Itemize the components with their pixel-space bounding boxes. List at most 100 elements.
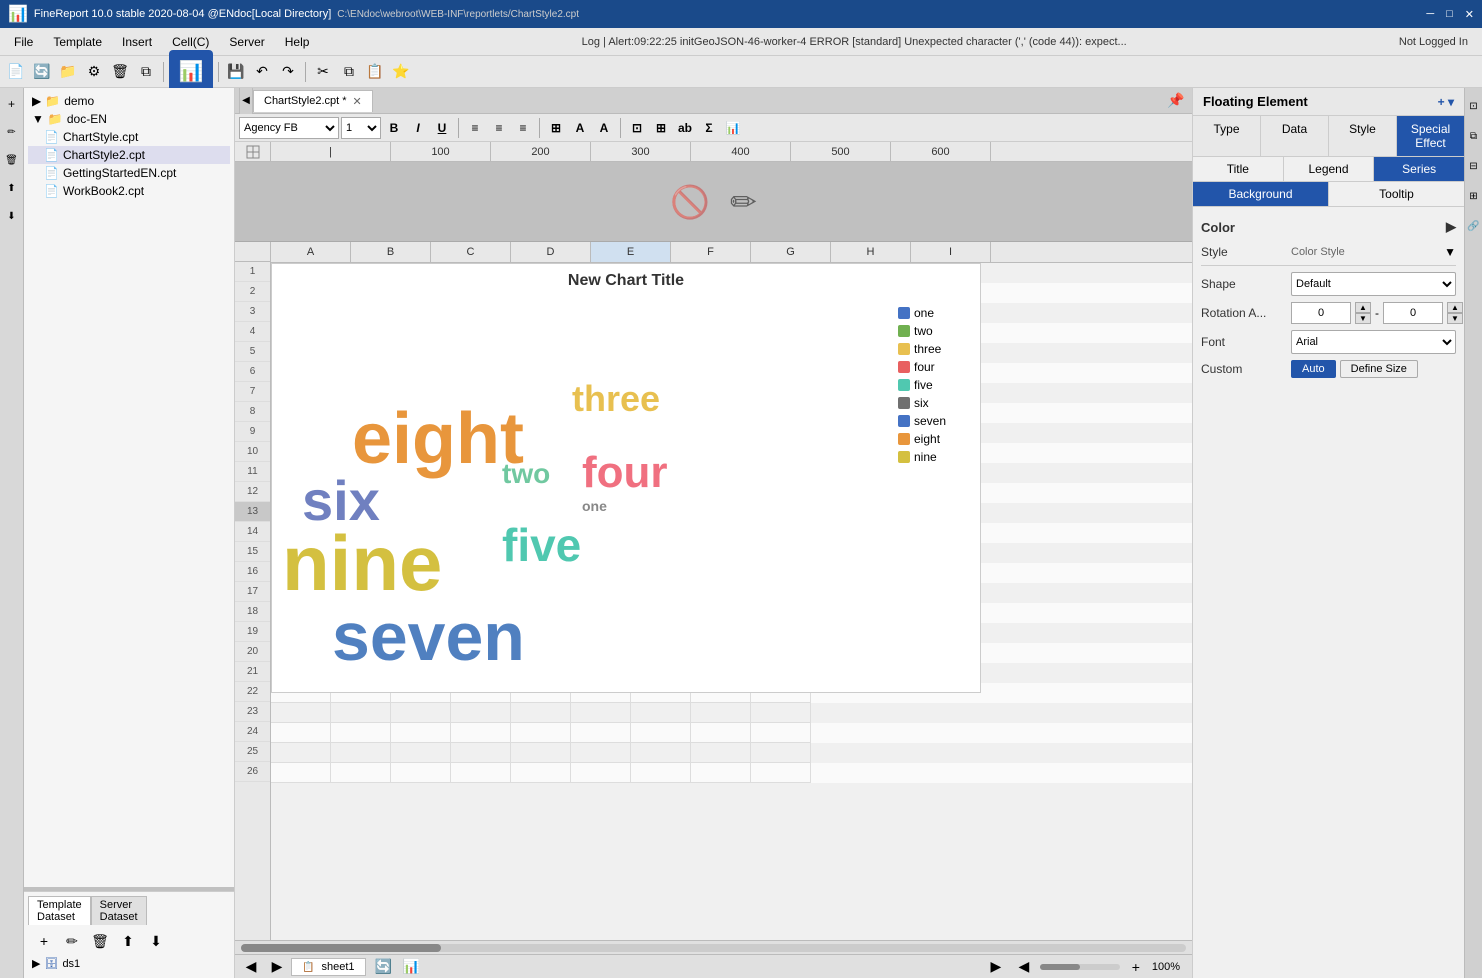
tree-item-workbook2[interactable]: 📄 WorkBook2.cpt <box>28 182 230 200</box>
grid-cell[interactable] <box>691 703 751 723</box>
sheet-nav-left[interactable]: ◀ <box>239 955 263 978</box>
tab-pin-btn[interactable]: 📌 <box>1164 89 1188 113</box>
refresh-btn[interactable]: 🔄 <box>30 60 54 84</box>
grid-cell[interactable] <box>631 723 691 743</box>
ds-tab-template[interactable]: TemplateDataset <box>28 896 91 925</box>
grid-cell[interactable] <box>691 763 751 783</box>
grid-cell[interactable] <box>631 743 691 763</box>
chart-btn[interactable]: 📊 <box>722 117 744 139</box>
paste-btn[interactable]: 📋 <box>363 60 387 84</box>
grid-cell[interactable] <box>691 723 751 743</box>
grid-cell[interactable] <box>331 743 391 763</box>
ds-add-btn[interactable]: + <box>32 929 56 953</box>
border-btn[interactable]: ⊞ <box>545 117 567 139</box>
grid-cell[interactable] <box>751 763 811 783</box>
tree-item-gettingstarted[interactable]: 📄 GettingStartedEN.cpt <box>28 164 230 182</box>
sheet-btn-1[interactable]: 🔄 <box>372 955 396 978</box>
grid-cell[interactable] <box>451 723 511 743</box>
save-btn[interactable]: 💾 <box>224 60 248 84</box>
grid-cell[interactable] <box>331 723 391 743</box>
rotation-up1[interactable]: ▲ <box>1355 302 1371 313</box>
rotation-down2[interactable]: ▼ <box>1447 313 1463 324</box>
grid-cell[interactable] <box>511 743 571 763</box>
cut-btn[interactable]: ✂ <box>311 60 335 84</box>
font-color-btn[interactable]: A <box>593 117 615 139</box>
tree-item-chartstyle[interactable]: 📄 ChartStyle.cpt <box>28 128 230 146</box>
panel-tab-type[interactable]: Type <box>1193 116 1261 156</box>
style-dropdown-icon[interactable]: ▼ <box>1444 245 1456 259</box>
grid-cell[interactable] <box>511 703 571 723</box>
font-panel-select[interactable]: Arial <box>1291 330 1456 354</box>
delete-btn[interactable]: 🗑 <box>108 60 132 84</box>
ds-import-btn[interactable]: ⬆ <box>116 929 140 953</box>
zoom-slider-track[interactable] <box>1040 964 1120 970</box>
zoom-plus-btn[interactable]: + <box>1124 955 1148 978</box>
panel-tab2-series[interactable]: Series <box>1374 157 1464 181</box>
size-select[interactable]: 1 <box>341 117 381 139</box>
zoom-out-btn[interactable]: ◀ <box>1012 955 1036 978</box>
format-copy-btn[interactable]: ⭐ <box>389 60 413 84</box>
grid-cell[interactable] <box>631 763 691 783</box>
wrap-btn[interactable]: ab <box>674 117 696 139</box>
grid-cell[interactable] <box>571 763 631 783</box>
menu-server[interactable]: Server <box>219 31 274 53</box>
rp-icon-3[interactable]: ⊟ <box>1462 154 1482 178</box>
tree-item-doc-en[interactable]: ▼ 📁 doc-EN <box>28 110 230 128</box>
grid-cell[interactable] <box>691 743 751 763</box>
undo-btn[interactable]: ↶ <box>250 60 274 84</box>
tree-item-chartstyle2[interactable]: 📄 ChartStyle2.cpt <box>28 146 230 164</box>
maximize-btn[interactable]: □ <box>1446 8 1453 21</box>
font-select[interactable]: Agency FB <box>239 117 339 139</box>
copy2-btn[interactable]: ⧉ <box>134 60 158 84</box>
grid-cell[interactable] <box>751 703 811 723</box>
sheet-nav-right[interactable]: ▶ <box>265 955 289 978</box>
word-cloud-chart[interactable]: New Chart Title eightthreesixtwofouronen… <box>271 263 981 693</box>
grid-cell[interactable] <box>391 763 451 783</box>
tab-close-btn[interactable]: ✕ <box>353 95 362 108</box>
ds-edit-btn[interactable]: ✏ <box>60 929 84 953</box>
formula-btn[interactable]: Σ <box>698 117 720 139</box>
grid-cell[interactable] <box>751 743 811 763</box>
color-collapse-icon[interactable]: ▶ <box>1446 219 1456 235</box>
copy-btn[interactable]: ⧉ <box>337 60 361 84</box>
bg-color-btn[interactable]: A <box>569 117 591 139</box>
settings-btn[interactable]: ⚙ <box>82 60 106 84</box>
auto-btn[interactable]: Auto <box>1291 360 1336 378</box>
rp-icon-1[interactable]: ⊡ <box>1462 94 1482 118</box>
sidebar-icon-5[interactable]: ⬇ <box>0 204 24 228</box>
grid-cell[interactable] <box>271 763 331 783</box>
panel-tab-style[interactable]: Style <box>1329 116 1397 156</box>
rp-icon-5[interactable]: 🔗 <box>1462 214 1482 238</box>
rp-icon-4[interactable]: ⊞ <box>1462 184 1482 208</box>
sidebar-icon-3[interactable]: 🗑 <box>0 148 24 172</box>
grid-cell[interactable] <box>271 703 331 723</box>
grid-cell[interactable] <box>271 743 331 763</box>
sheet-tab-1[interactable]: 📋 sheet1 <box>291 958 366 976</box>
grid-cell[interactable] <box>391 743 451 763</box>
rotation-down1[interactable]: ▼ <box>1355 313 1371 324</box>
horizontal-scrollbar[interactable] <box>235 940 1192 954</box>
grid-cell[interactable] <box>511 723 571 743</box>
tree-item-demo[interactable]: ▶ 📁 demo <box>28 92 230 110</box>
grid-cell[interactable] <box>391 703 451 723</box>
merge2-btn[interactable]: ⊞ <box>650 117 672 139</box>
italic-btn[interactable]: I <box>407 117 429 139</box>
panel-tab2-title[interactable]: Title <box>1193 157 1284 181</box>
rp-icon-2[interactable]: ⧉ <box>1462 124 1482 148</box>
menu-help[interactable]: Help <box>275 31 320 53</box>
define-size-btn[interactable]: Define Size <box>1340 360 1418 378</box>
redo-btn[interactable]: ↷ <box>276 60 300 84</box>
align-right-btn[interactable]: ≡ <box>512 117 534 139</box>
add-floating-btn[interactable]: + ▾ <box>1438 95 1454 109</box>
grid-cell[interactable] <box>451 763 511 783</box>
panel-tab3-background[interactable]: Background <box>1193 182 1329 206</box>
login-status[interactable]: Not Logged In <box>1389 32 1478 52</box>
tab-chartstyle2[interactable]: ChartStyle2.cpt * ✕ <box>253 90 373 112</box>
align-left-btn[interactable]: ≡ <box>464 117 486 139</box>
grid-cell[interactable] <box>511 763 571 783</box>
rotation-up2[interactable]: ▲ <box>1447 302 1463 313</box>
shape-select[interactable]: Default <box>1291 272 1456 296</box>
grid-cell[interactable] <box>331 763 391 783</box>
menu-template[interactable]: Template <box>43 31 112 53</box>
scroll-thumb[interactable] <box>241 944 441 952</box>
